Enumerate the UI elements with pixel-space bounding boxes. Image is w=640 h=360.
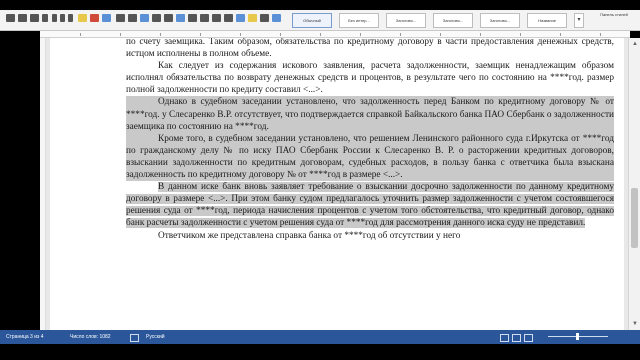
align-right-icon[interactable] [212, 14, 221, 22]
align-center-icon[interactable] [200, 14, 209, 22]
horizontal-ruler [40, 31, 630, 38]
bold-icon[interactable] [52, 14, 57, 22]
highlight-color-icon[interactable] [78, 14, 87, 22]
zoom-slider-knob[interactable] [576, 333, 579, 340]
multilevel-list-icon[interactable] [140, 14, 149, 22]
paragraph-2[interactable]: Как следует из содержания искового заявл… [126, 60, 614, 96]
letterbox-bottom [0, 344, 640, 360]
document-canvas[interactable]: по счету заемщика. Таким образом, обязат… [46, 38, 628, 330]
style-heading-2[interactable]: Заголово... [433, 13, 473, 28]
show-marks-icon[interactable] [272, 14, 281, 22]
italic-icon[interactable] [60, 14, 65, 22]
language-indicator[interactable]: Русский [146, 330, 165, 344]
align-left-icon[interactable] [188, 14, 197, 22]
paragraph-5-text[interactable]: В данном иске банк вновь заявляет требов… [126, 182, 614, 229]
cut-icon[interactable] [18, 14, 27, 22]
style-heading-1[interactable]: Заголово... [386, 13, 426, 28]
underline-icon[interactable] [68, 14, 73, 22]
focus-mode-icon[interactable] [524, 334, 533, 342]
decrease-indent-icon[interactable] [152, 14, 161, 22]
ribbon-toolbar: Обычный Без интер... Заголово... Заголов… [0, 10, 640, 31]
shading-icon[interactable] [248, 14, 257, 22]
paste-icon[interactable] [6, 14, 15, 22]
increase-indent-icon[interactable] [164, 14, 173, 22]
style-normal[interactable]: Обычный [292, 13, 332, 28]
web-layout-icon[interactable] [512, 334, 521, 342]
letterbox-top [0, 0, 640, 10]
scroll-thumb[interactable] [631, 188, 638, 248]
paragraph-6[interactable]: Ответчиком же представлена справка банка… [126, 230, 614, 242]
styles-pane-button[interactable]: Панель стилей [590, 12, 638, 28]
scroll-up-icon[interactable]: ▲ [631, 40, 639, 48]
styles-gallery-more-icon[interactable]: ▾ [574, 13, 584, 28]
style-heading-3[interactable]: Заголово... [480, 13, 520, 28]
page-count[interactable]: Страница 3 из 4 [6, 330, 43, 344]
document-page[interactable]: по счету заемщика. Таким образом, обязат… [50, 38, 624, 330]
justify-icon[interactable] [224, 14, 233, 22]
paragraph-1[interactable]: по счету заемщика. Таким образом, обязат… [126, 38, 614, 60]
proofing-icon[interactable] [130, 334, 139, 342]
print-layout-icon[interactable] [500, 334, 509, 342]
status-bar: Страница 3 из 4 Число слов: 1082 Русский [0, 330, 640, 344]
vertical-scrollbar[interactable]: ▲ ▼ [628, 38, 640, 330]
borders-icon[interactable] [260, 14, 269, 22]
bullets-icon[interactable] [116, 14, 125, 22]
document-body[interactable]: по счету заемщика. Таким образом, обязат… [126, 38, 614, 242]
scroll-down-icon[interactable]: ▼ [631, 320, 639, 328]
style-no-spacing[interactable]: Без интер... [339, 13, 379, 28]
style-title[interactable]: Название [527, 13, 567, 28]
paragraph-3[interactable]: Однако в судебном заседании установлено,… [126, 96, 614, 133]
line-spacing-icon[interactable] [236, 14, 245, 22]
paragraph-5[interactable]: В данном иске банк вновь заявляет требов… [126, 181, 614, 229]
numbering-icon[interactable] [128, 14, 137, 22]
word-count[interactable]: Число слов: 1082 [70, 330, 111, 344]
font-name-box[interactable] [30, 14, 39, 22]
sort-icon[interactable] [176, 14, 185, 22]
font-size-box[interactable] [42, 14, 48, 22]
font-color-icon[interactable] [90, 14, 99, 22]
paragraph-4[interactable]: Кроме того, в судебном заседании установ… [126, 132, 614, 182]
text-effects-icon[interactable] [102, 14, 111, 22]
